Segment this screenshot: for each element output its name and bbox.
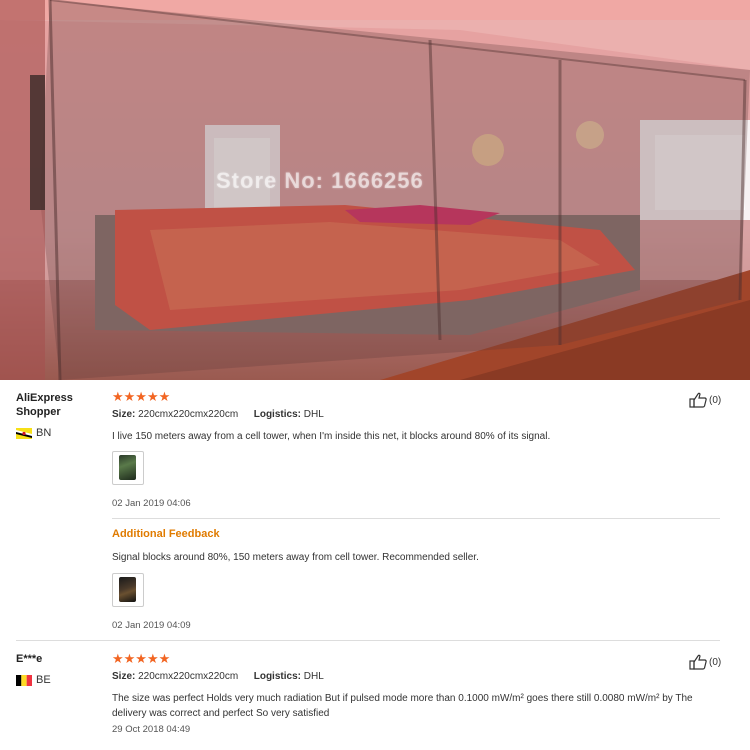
- review-date: 29 Oct 2018 04:49: [112, 724, 191, 735]
- thumbs-up-icon: [689, 392, 707, 408]
- review-text: I live 150 meters away from a cell tower…: [112, 431, 551, 442]
- rating-stars: ★★★★★: [112, 651, 171, 666]
- thumbs-up-icon: [689, 654, 707, 670]
- flag-be-icon: [16, 674, 32, 686]
- order-details: Size: 220cmx220cmx220cm Logistics: DHL: [112, 671, 324, 682]
- reviews-section: AliExpress Shopper BN ★★★★★ Size: 220cmx…: [0, 380, 750, 750]
- additional-feedback-heading: Additional Feedback: [112, 528, 220, 540]
- size-label: Size:: [112, 409, 136, 420]
- flag-bn-icon: [16, 427, 32, 439]
- store-watermark: Store No: 1666256: [216, 168, 424, 193]
- like-count: (0): [709, 656, 722, 668]
- size-value: 220cmx220cmx220cm: [138, 671, 239, 682]
- size-value: 220cmx220cmx220cm: [138, 409, 239, 420]
- reviewer-country: BE: [16, 674, 51, 686]
- logistics-label: Logistics:: [253, 409, 301, 420]
- reviewer-name: AliExpress Shopper: [16, 392, 73, 418]
- review-photo-icon: [119, 455, 136, 480]
- additional-photo-thumbnail[interactable]: [112, 573, 144, 607]
- review-divider: [16, 640, 720, 641]
- country-code: BN: [36, 427, 52, 439]
- logistics-value: DHL: [303, 409, 324, 420]
- review-date: 02 Jan 2019 04:06: [112, 498, 191, 509]
- reviewer-country: BN: [16, 427, 51, 439]
- review-text: The size was perfect Holds very much rad…: [112, 693, 693, 719]
- reviewer-name: E***e: [16, 653, 43, 665]
- logistics-label: Logistics:: [253, 671, 301, 682]
- order-details: Size: 220cmx220cmx220cm Logistics: DHL: [112, 409, 324, 420]
- like-button[interactable]: (0): [689, 392, 721, 408]
- logistics-value: DHL: [303, 671, 324, 682]
- like-count: (0): [709, 394, 722, 406]
- divider: [112, 518, 720, 519]
- additional-feedback-text: Signal blocks around 80%, 150 meters awa…: [112, 552, 479, 563]
- country-code: BE: [36, 674, 51, 686]
- additional-feedback-date: 02 Jan 2019 04:09: [112, 620, 191, 631]
- product-photo: Store No: 1666256: [0, 0, 750, 380]
- like-button[interactable]: (0): [689, 654, 721, 670]
- size-label: Size:: [112, 671, 136, 682]
- review-photo-icon: [119, 577, 136, 602]
- review-photo-thumbnail[interactable]: [112, 451, 144, 485]
- rating-stars: ★★★★★: [112, 389, 171, 404]
